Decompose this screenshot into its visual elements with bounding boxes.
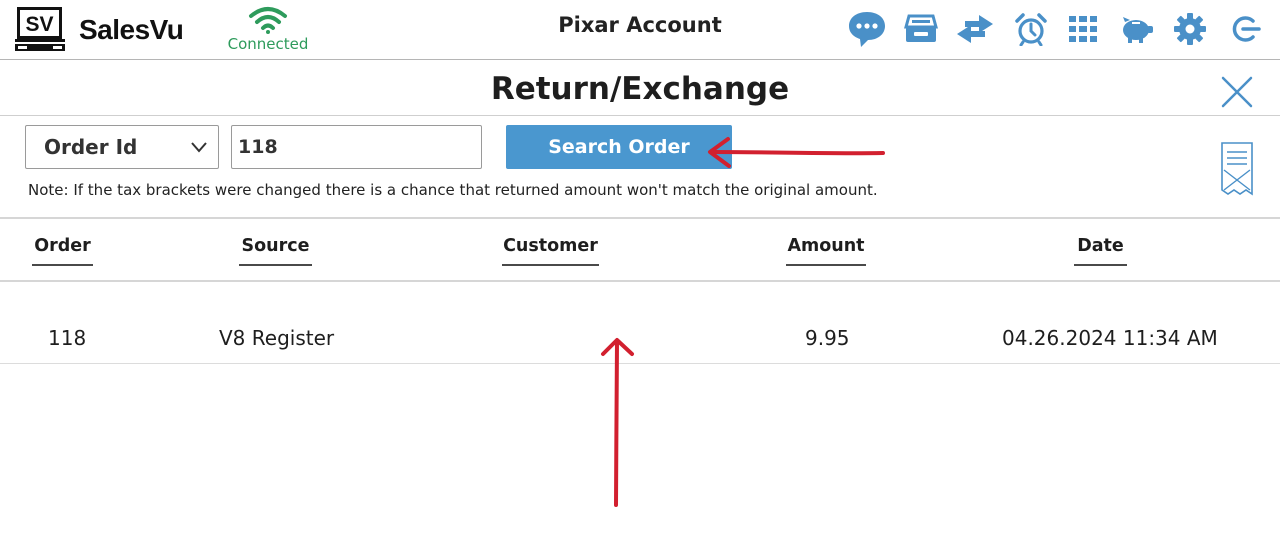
page-title: Return/Exchange <box>490 71 790 107</box>
divider <box>0 280 1280 282</box>
column-header-amount[interactable]: Amount <box>786 236 866 266</box>
title-bar: Return/Exchange <box>0 61 1280 116</box>
top-bar: SV SalesVu Connected Pixar Account <box>0 0 1280 60</box>
chevron-down-icon <box>191 142 207 153</box>
cell-date: 04.26.2024 11:34 AM <box>1002 326 1218 350</box>
column-header-customer[interactable]: Customer <box>502 236 599 266</box>
salesvu-logo-icon: SV <box>15 7 65 51</box>
annotation-arrow-vertical <box>601 338 634 507</box>
account-name[interactable]: Pixar Account <box>540 13 740 37</box>
column-header-order[interactable]: Order <box>32 236 93 266</box>
search-order-button[interactable]: Search Order <box>506 125 732 169</box>
search-type-dropdown[interactable]: Order Id <box>25 125 219 169</box>
column-header-source[interactable]: Source <box>239 236 312 266</box>
wifi-icon <box>249 7 287 34</box>
gear-icon[interactable] <box>1169 8 1211 50</box>
close-icon[interactable] <box>1219 74 1255 110</box>
divider <box>0 217 1280 219</box>
connection-status: Connected <box>226 6 310 53</box>
cell-source: V8 Register <box>219 326 335 350</box>
brand-name: SalesVu <box>79 14 184 45</box>
order-search-input[interactable] <box>231 125 482 169</box>
tax-note: Note: If the tax brackets were changed t… <box>28 181 878 199</box>
logout-icon[interactable] <box>1224 8 1266 50</box>
logo-text: SV <box>25 13 53 36</box>
transfer-icon[interactable] <box>954 8 996 50</box>
alarm-clock-icon[interactable] <box>1010 8 1052 50</box>
chat-icon[interactable] <box>846 8 888 50</box>
connection-label: Connected <box>227 35 309 53</box>
grid-icon[interactable] <box>1062 8 1104 50</box>
drawer-icon[interactable] <box>900 8 942 50</box>
column-header-date[interactable]: Date <box>1074 236 1127 266</box>
piggy-bank-icon[interactable] <box>1116 8 1158 50</box>
receipt-icon[interactable] <box>1219 140 1255 198</box>
table-row[interactable]: 118 V8 Register 9.95 04.26.2024 11:34 AM <box>0 310 1280 364</box>
cell-amount: 9.95 <box>805 326 850 350</box>
cell-order: 118 <box>48 326 87 350</box>
annotation-arrow-horizontal <box>708 137 885 168</box>
search-type-value: Order Id <box>44 135 138 159</box>
